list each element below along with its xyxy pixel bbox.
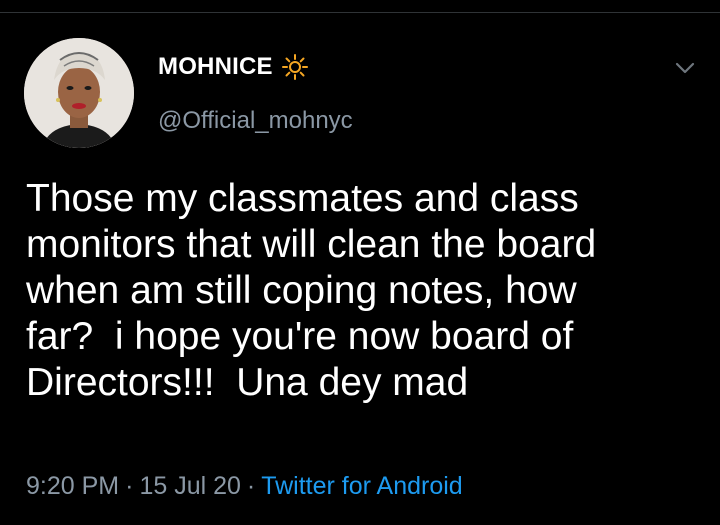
- tweet-time[interactable]: 9:20 PM: [26, 472, 119, 500]
- author-display-name[interactable]: MOHNICE: [158, 53, 309, 81]
- tweet-text-line: far? i hope you're now board of: [26, 315, 574, 358]
- tweet-source-link[interactable]: Twitter for Android: [261, 472, 462, 500]
- avatar-image: [24, 38, 134, 148]
- tweet-metadata: 9:20 PM · 15 Jul 20 · Twitter for Android: [26, 472, 463, 501]
- sun-icon: [281, 53, 309, 81]
- chevron-down-icon: [675, 62, 695, 74]
- tweet-text-line: Those my classmates and class: [26, 177, 579, 220]
- tweet-text-line: monitors that will clean the board: [26, 223, 597, 266]
- top-divider: [0, 12, 720, 13]
- tweet-menu-button[interactable]: [670, 55, 700, 81]
- tweet-text-line: Directors!!! Una dey mad: [26, 361, 469, 404]
- tweet-text: Those my classmates and class monitors t…: [26, 176, 706, 406]
- tweet-date[interactable]: 15 Jul 20: [139, 472, 240, 500]
- author-handle[interactable]: @Official_mohnyc: [158, 107, 353, 135]
- tweet-text-line: when am still coping notes, how: [26, 269, 577, 312]
- meta-separator: ·: [125, 472, 134, 500]
- avatar[interactable]: [24, 38, 134, 148]
- display-name-text: MOHNICE: [158, 53, 273, 80]
- meta-separator: ·: [246, 472, 256, 500]
